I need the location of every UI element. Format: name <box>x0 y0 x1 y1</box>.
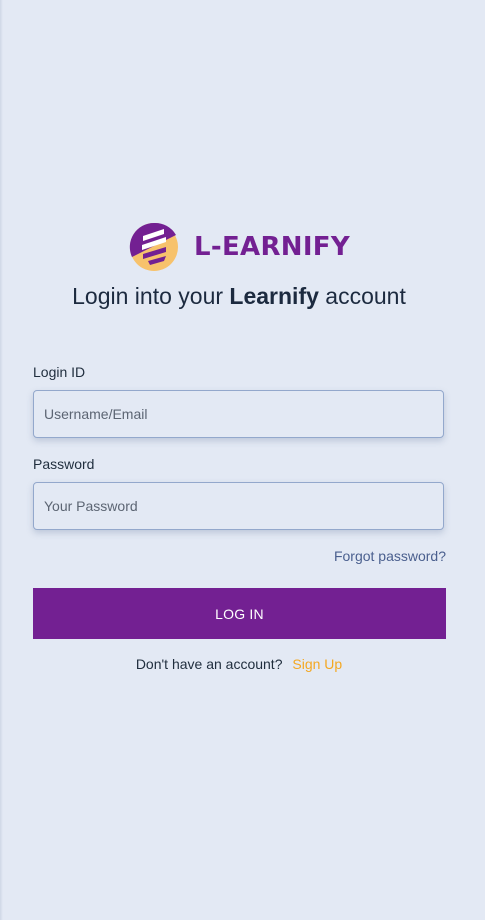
page-edge-shadow <box>0 0 3 920</box>
brand-name: L-EARNIFY <box>194 232 350 262</box>
page-title-prefix: Login into your <box>72 283 230 309</box>
page-title-brand: Learnify <box>229 283 319 309</box>
forgot-password-link[interactable]: Forgot password? <box>334 548 446 564</box>
page-title-suffix: account <box>318 283 406 309</box>
signup-link[interactable]: Sign Up <box>292 656 342 672</box>
login-button[interactable]: LOG IN <box>33 588 446 639</box>
signup-prompt: Don't have an account? <box>135 656 283 672</box>
password-label: Password <box>33 456 95 472</box>
brand-header: L-EARNIFY <box>128 221 350 273</box>
signup-row: Don't have an account? Sign Up <box>0 656 478 672</box>
learnify-logo-icon <box>129 222 178 271</box>
password-input[interactable] <box>33 482 444 530</box>
login-id-label: Login ID <box>33 364 86 380</box>
page-title: Login into your Learnify account <box>0 283 478 310</box>
login-id-input[interactable] <box>33 390 444 438</box>
